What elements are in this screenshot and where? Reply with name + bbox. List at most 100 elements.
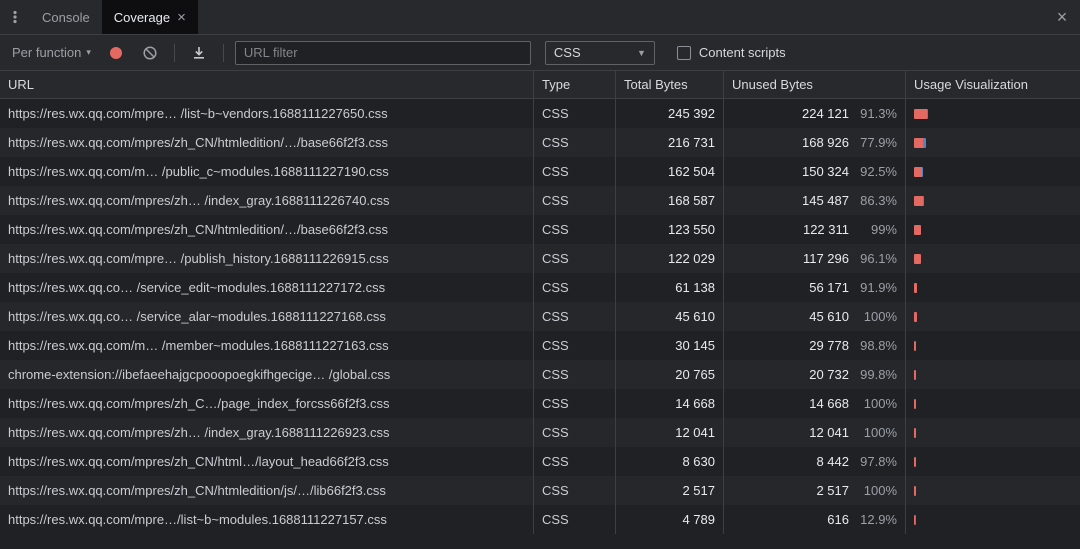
coverage-mode-dropdown[interactable]: Per function ▾ [8,43,95,62]
unused-bar-segment [914,283,917,293]
export-button[interactable] [186,40,212,66]
close-tab-icon[interactable]: × [177,10,186,25]
cell-usage-visualization [905,360,1080,389]
download-icon [191,45,207,61]
cell-total-bytes: 45 610 [615,302,723,331]
unused-percent-value: 98.8% [849,338,897,353]
cell-unused-bytes: 150 324 92.5% [723,157,905,186]
cell-type: CSS [533,244,615,273]
cell-total-bytes: 2 517 [615,476,723,505]
usage-bar [914,312,917,322]
cell-unused-bytes: 2 517 100% [723,476,905,505]
unused-bar-segment [914,225,921,235]
table-row[interactable]: https://res.wx.qq.com/mpres/zh_C…/page_i… [0,389,1080,418]
content-scripts-toggle[interactable]: Content scripts [677,45,786,60]
close-devtools-icon[interactable]: × [1044,0,1080,34]
unused-percent-value: 97.8% [849,454,897,469]
unused-bytes-value: 8 442 [816,454,849,469]
table-row[interactable]: https://res.wx.qq.com/m… /member~modules… [0,331,1080,360]
table-row[interactable]: https://res.wx.qq.com/mpre…/list~b~modul… [0,505,1080,534]
usage-bar [914,457,916,467]
column-header-type[interactable]: Type [533,71,615,98]
unused-bar-segment [914,109,927,119]
table-row[interactable]: https://res.wx.qq.com/mpres/zh_CN/htmled… [0,128,1080,157]
unused-bar-segment [914,167,922,177]
cell-total-bytes: 61 138 [615,273,723,302]
column-header-usage-visualization[interactable]: Usage Visualization [905,71,1080,98]
cell-usage-visualization [905,186,1080,215]
unused-bar-segment [914,457,916,467]
table-row[interactable]: https://res.wx.qq.com/mpre… /list~b~vend… [0,99,1080,128]
kebab-menu-icon[interactable] [0,0,30,34]
tab-coverage-label: Coverage [114,10,170,25]
table-row[interactable]: chrome-extension://ibefaeehajgcpooopoegk… [0,360,1080,389]
usage-bar [914,167,923,177]
chevron-down-icon: ▾ [86,47,91,58]
tabbar-spacer [198,0,1044,34]
unused-bytes-value: 224 121 [802,106,849,121]
used-bar-segment [915,515,916,525]
drawer-tabbar: Console Coverage × × [0,0,1080,35]
usage-bar [914,370,916,380]
kebab-menu-glyph [7,9,23,25]
cell-url: https://res.wx.qq.com/m… /member~modules… [0,331,533,360]
used-bar-segment [922,167,923,177]
tab-coverage[interactable]: Coverage × [102,0,198,34]
record-button[interactable] [103,40,129,66]
unused-bar-segment [914,399,916,409]
usage-bar [914,341,916,351]
cell-url: https://res.wx.qq.co… /service_alar~modu… [0,302,533,331]
tab-console[interactable]: Console [30,0,102,34]
cell-usage-visualization [905,273,1080,302]
column-header-url[interactable]: URL [0,71,533,98]
table-row[interactable]: https://res.wx.qq.com/mpres/zh… /index_g… [0,418,1080,447]
table-row[interactable]: https://res.wx.qq.com/mpres/zh_CN/htmled… [0,476,1080,505]
cell-unused-bytes: 20 732 99.8% [723,360,905,389]
table-row[interactable]: https://res.wx.qq.com/m… /public_c~modul… [0,157,1080,186]
cell-url: https://res.wx.qq.com/mpre… /list~b~vend… [0,99,533,128]
unused-bytes-value: 29 778 [809,338,849,353]
cell-unused-bytes: 14 668 100% [723,389,905,418]
cell-usage-visualization [905,331,1080,360]
unused-bytes-value: 14 668 [809,396,849,411]
type-filter-value: CSS [554,45,581,60]
cell-url: https://res.wx.qq.com/mpre… /publish_his… [0,244,533,273]
table-row[interactable]: https://res.wx.qq.co… /service_alar~modu… [0,302,1080,331]
cell-unused-bytes: 8 442 97.8% [723,447,905,476]
table-row[interactable]: https://res.wx.qq.com/mpres/zh_CN/html…/… [0,447,1080,476]
cell-type: CSS [533,447,615,476]
url-filter-input[interactable] [235,41,531,65]
cell-unused-bytes: 168 926 77.9% [723,128,905,157]
table-row[interactable]: https://res.wx.qq.co… /service_edit~modu… [0,273,1080,302]
clear-button[interactable] [137,40,163,66]
column-header-unused-bytes[interactable]: Unused Bytes [723,71,905,98]
cell-usage-visualization [905,418,1080,447]
table-row[interactable]: https://res.wx.qq.com/mpres/zh… /index_g… [0,186,1080,215]
usage-bar [914,486,916,496]
coverage-mode-label: Per function [12,45,81,60]
unused-percent-value: 100% [849,425,897,440]
table-body: https://res.wx.qq.com/mpre… /list~b~vend… [0,99,1080,534]
column-header-total-bytes[interactable]: Total Bytes [615,71,723,98]
cell-total-bytes: 8 630 [615,447,723,476]
cell-total-bytes: 162 504 [615,157,723,186]
unused-bytes-value: 122 311 [803,222,849,237]
unused-bar-segment [914,254,921,264]
unused-bytes-value: 616 [827,512,849,527]
usage-bar [914,515,916,525]
cell-url: https://res.wx.qq.com/mpres/zh… /index_g… [0,418,533,447]
unused-percent-value: 92.5% [849,164,897,179]
table-row[interactable]: https://res.wx.qq.com/mpre… /publish_his… [0,244,1080,273]
cell-type: CSS [533,273,615,302]
table-row[interactable]: https://res.wx.qq.com/mpres/zh_CN/htmled… [0,215,1080,244]
cell-type: CSS [533,418,615,447]
cell-usage-visualization [905,244,1080,273]
cell-url: https://res.wx.qq.co… /service_edit~modu… [0,273,533,302]
unused-bar-segment [914,312,917,322]
unused-bytes-value: 12 041 [809,425,849,440]
cell-url: https://res.wx.qq.com/mpres/zh… /index_g… [0,186,533,215]
type-filter-select[interactable]: CSS ▼ [545,41,655,65]
unused-percent-value: 86.3% [849,193,897,208]
cell-type: CSS [533,128,615,157]
content-scripts-checkbox[interactable] [677,46,691,60]
